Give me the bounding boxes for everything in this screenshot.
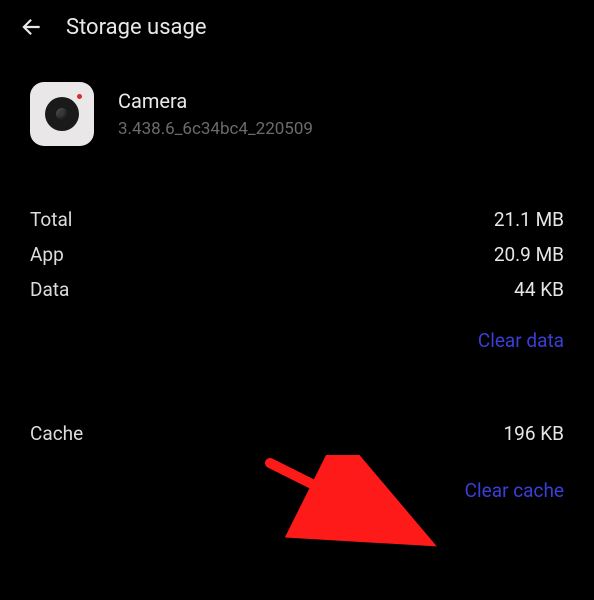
- camera-app-icon: [30, 82, 94, 146]
- app-version: 3.438.6_6c34bc4_220509: [118, 119, 313, 139]
- app-name: Camera: [118, 89, 313, 113]
- app-size-value: 20.9 MB: [494, 243, 564, 266]
- clear-cache-button[interactable]: Clear cache: [465, 479, 564, 502]
- data-value: 44 KB: [514, 278, 564, 301]
- total-label: Total: [30, 208, 72, 231]
- clear-data-button[interactable]: Clear data: [478, 329, 564, 352]
- row-cache: Cache 196 KB: [30, 416, 564, 451]
- app-info: Camera 3.438.6_6c34bc4_220509: [0, 54, 594, 154]
- back-arrow-icon: [18, 14, 44, 40]
- app-size-label: App: [30, 243, 64, 266]
- row-data: Data 44 KB: [30, 272, 564, 307]
- total-value: 21.1 MB: [494, 208, 564, 231]
- back-button[interactable]: [18, 14, 44, 40]
- camera-lens-icon: [45, 97, 79, 131]
- row-app: App 20.9 MB: [30, 237, 564, 272]
- row-total: Total 21.1 MB: [30, 202, 564, 237]
- data-label: Data: [30, 278, 69, 301]
- page-title: Storage usage: [66, 15, 207, 40]
- cache-value: 196 KB: [503, 422, 564, 445]
- camera-indicator-dot: [77, 94, 82, 99]
- cache-label: Cache: [30, 422, 83, 445]
